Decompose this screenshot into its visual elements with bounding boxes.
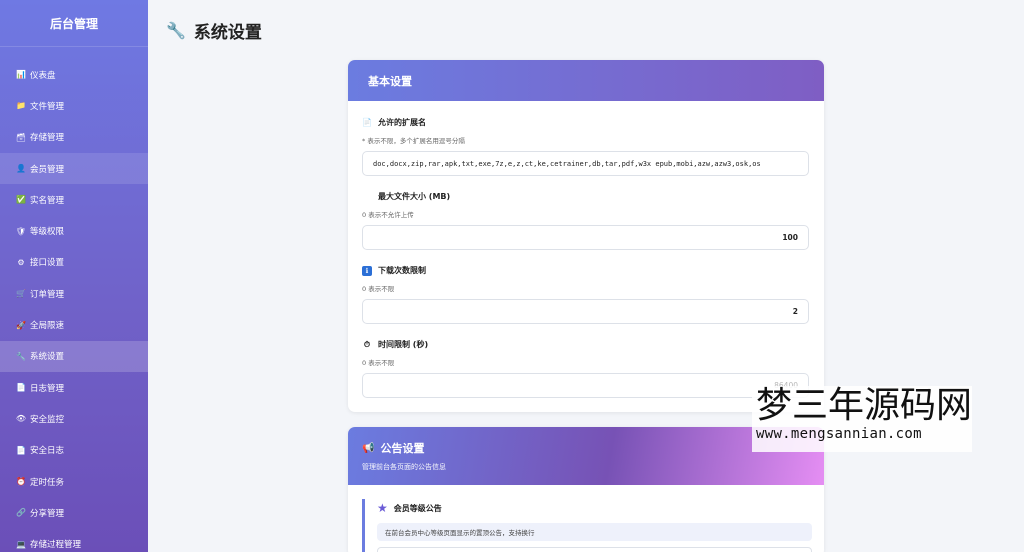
basic-settings-title: 基本设置: [348, 60, 824, 101]
time-limit-label: 时间限制 (秒): [378, 340, 429, 349]
sidebar-item-security-monitor[interactable]: 👁 安全监控: [0, 403, 148, 434]
sidebar-item-dashboard[interactable]: 📊 仪表盘: [0, 59, 148, 90]
notice-settings-subtitle: 管理前台各页面的公告信息: [362, 463, 446, 471]
rocket-icon: 🚀: [16, 320, 26, 330]
sidebar-item-scheduled-tasks[interactable]: ⏰ 定时任务: [0, 466, 148, 497]
folder-icon: 📁: [16, 101, 26, 111]
document-icon: 📄: [362, 118, 372, 127]
sidebar-item-label: 接口设置: [30, 258, 65, 269]
sidebar-item-label: 定时任务: [30, 477, 65, 488]
download-limit-input[interactable]: 2: [362, 299, 809, 324]
sidebar-item-speed-limit[interactable]: 🚀 全局限速: [0, 309, 148, 340]
wrench-icon: 🔧: [16, 351, 26, 361]
user-icon: 👤: [16, 164, 26, 174]
sidebar-item-label: 全局限速: [30, 321, 65, 332]
sidebar-item-logs[interactable]: 📄 日志管理: [0, 372, 148, 403]
member-level-notice-hint: 在前台会员中心等级页面显示的置顶公告，支持换行: [377, 523, 812, 541]
max-file-size-input[interactable]: 100: [362, 225, 809, 250]
sidebar-item-label: 会员管理: [30, 164, 65, 175]
sidebar-item-label: 系统设置: [30, 352, 65, 363]
megaphone-icon: 📢: [362, 442, 375, 454]
allowed-extensions-hint: * 表示不限，多个扩展名用逗号分隔: [362, 137, 465, 145]
link-icon: 🔗: [16, 508, 26, 518]
page-title: 系统设置: [193, 23, 262, 43]
document-icon: 📄: [16, 445, 26, 455]
sidebar-item-label: 日志管理: [30, 383, 65, 394]
allowed-extensions-label: 允许的扩展名: [378, 118, 426, 127]
info-icon: ℹ: [362, 265, 372, 276]
watermark-url: www.mengsannian.com: [756, 426, 922, 442]
sidebar-item-storage[interactable]: 🗃 存储管理: [0, 122, 148, 153]
max-file-size-label: 最大文件大小 (MB): [378, 192, 451, 201]
member-level-notice-title: 会员等级公告: [393, 503, 442, 513]
sidebar-item-label: 实名管理: [30, 195, 65, 206]
wrench-icon: 🔧: [166, 21, 186, 40]
sidebar-item-label: 等级权限: [30, 227, 65, 238]
download-limit-hint: 0 表示不限: [362, 285, 395, 293]
sidebar-item-label: 文件管理: [30, 101, 65, 112]
sidebar-item-label: 安全日志: [30, 446, 65, 457]
basic-settings-card: 基本设置 📄 允许的扩展名 * 表示不限，多个扩展名用逗号分隔 doc,docx…: [348, 60, 824, 412]
cart-icon: 🛒: [16, 289, 26, 299]
sidebar-nav: 📊 仪表盘 📁 文件管理 🗃 存储管理 👤 会员管理 ✅ 实名管理 🛡 等级权限…: [0, 47, 148, 552]
eye-icon: 👁: [15, 414, 27, 424]
max-file-size-field: 最大文件大小 (MB) 0 表示不允许上传 100: [362, 191, 809, 250]
sidebar-item-api[interactable]: ⚙ 接口设置: [0, 247, 148, 278]
time-limit-field: ⏱ 时间限制 (秒) 0 表示不限 86400: [362, 339, 809, 398]
sidebar-item-files[interactable]: 📁 文件管理: [0, 90, 148, 121]
star-icon: ★: [377, 501, 388, 515]
site-watermark: 梦三年源码网 www.mengsannian.com: [752, 386, 972, 452]
sidebar-item-label: 安全监控: [30, 414, 65, 425]
download-limit-label: 下载次数限制: [378, 266, 426, 275]
member-level-notice: ★ 会员等级公告 在前台会员中心等级页面显示的置顶公告，支持换行: [362, 499, 812, 552]
sidebar-item-label: 仪表盘: [30, 70, 56, 81]
sidebar-item-label: 存储过程管理: [30, 540, 82, 551]
storage-box-icon: 🗃: [15, 132, 27, 142]
watermark-text: 梦三年源码网: [756, 385, 973, 426]
sidebar-item-label: 订单管理: [30, 289, 65, 300]
stopwatch-icon: ⏱: [363, 339, 371, 349]
member-level-notice-input[interactable]: [377, 547, 812, 552]
brand-title: 后台管理: [0, 0, 148, 47]
download-limit-field: ℹ 下载次数限制 0 表示不限 2: [362, 265, 809, 324]
check-icon: ✅: [16, 195, 26, 205]
document-icon: 📄: [16, 383, 26, 393]
time-limit-hint: 0 表示不限: [362, 359, 395, 367]
sidebar-item-system-settings[interactable]: 🔧 系统设置: [0, 340, 148, 372]
shield-icon: 🛡: [15, 226, 27, 236]
notice-settings-title: 公告设置: [380, 442, 425, 455]
sidebar-item-stored-procedures[interactable]: 💻 存储过程管理: [0, 528, 148, 552]
time-limit-input[interactable]: 86400: [362, 373, 809, 398]
allowed-extensions-input[interactable]: doc,docx,zip,rar,apk,txt,exe,7z,e,z,ct,k…: [362, 151, 809, 176]
sidebar-item-label: 分享管理: [30, 508, 65, 519]
sidebar: 后台管理 📊 仪表盘 📁 文件管理 🗃 存储管理 👤 会员管理 ✅ 实名管理 🛡…: [0, 0, 148, 552]
page-header: 🔧 系统设置: [166, 18, 262, 43]
computer-icon: 💻: [16, 539, 26, 549]
sidebar-item-orders[interactable]: 🛒 订单管理: [0, 278, 148, 309]
alarm-clock-icon: ⏰: [16, 477, 26, 486]
max-file-size-hint: 0 表示不允许上传: [362, 211, 414, 219]
chart-icon: 📊: [16, 70, 26, 80]
sidebar-item-security-logs[interactable]: 📄 安全日志: [0, 435, 148, 466]
gear-icon: ⚙: [17, 257, 25, 267]
sidebar-item-levels[interactable]: 🛡 等级权限: [0, 215, 148, 246]
sidebar-item-realname[interactable]: ✅ 实名管理: [0, 184, 148, 215]
sidebar-item-label: 存储管理: [30, 133, 65, 144]
sidebar-item-members[interactable]: 👤 会员管理: [0, 152, 148, 185]
allowed-extensions-field: 📄 允许的扩展名 * 表示不限，多个扩展名用逗号分隔 doc,docx,zip,…: [362, 117, 809, 176]
sidebar-item-shares[interactable]: 🔗 分享管理: [0, 497, 148, 528]
